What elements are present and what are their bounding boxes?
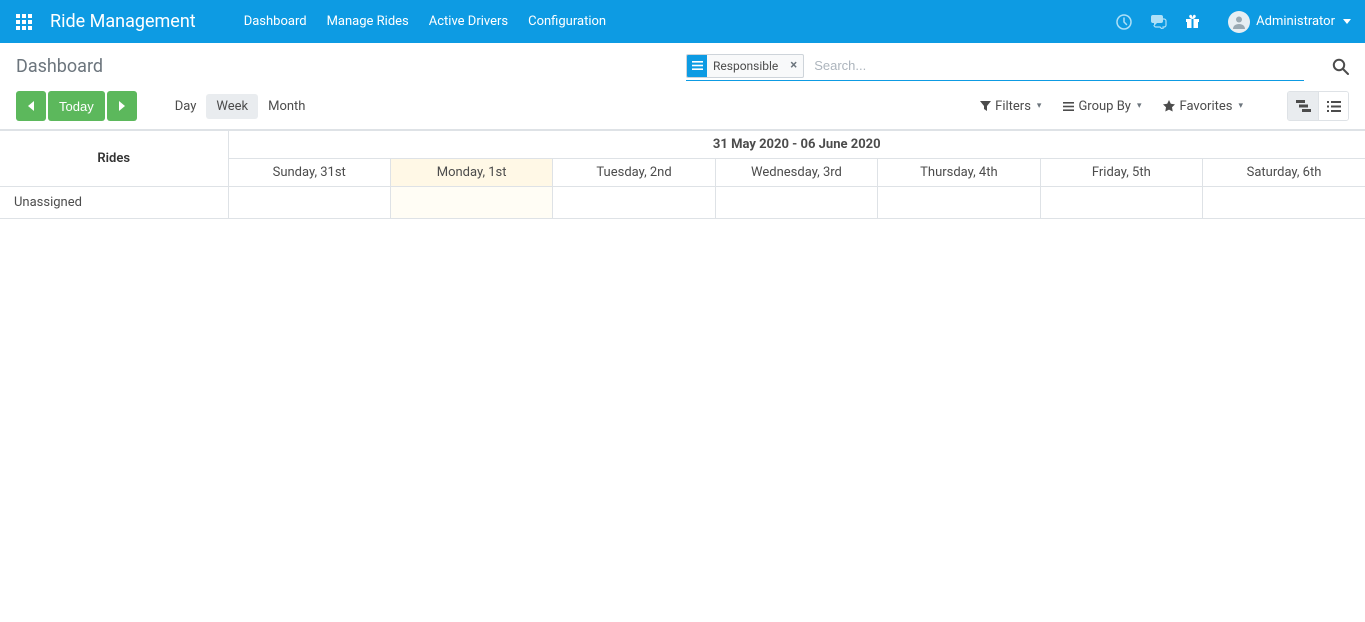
- gantt-day-header: Thursday, 4th: [878, 159, 1040, 187]
- gift-icon[interactable]: [1185, 14, 1200, 29]
- gantt-side-header: Rides: [0, 131, 228, 187]
- user-menu[interactable]: Administrator: [1228, 11, 1351, 33]
- groupby-label: Group By: [1078, 99, 1131, 114]
- gantt-row-label: Unassigned: [0, 187, 228, 219]
- scale-group: Day Week Month: [165, 94, 316, 119]
- search-icon[interactable]: [1332, 58, 1349, 75]
- caret-down-icon: [1343, 19, 1351, 24]
- search-facet-responsible: Responsible ×: [686, 54, 804, 78]
- app-title[interactable]: Ride Management: [50, 11, 196, 32]
- gantt-cell[interactable]: [715, 187, 877, 219]
- today-button[interactable]: Today: [48, 91, 105, 121]
- gantt-row: Unassigned: [0, 187, 1365, 219]
- gantt-date-range: 31 May 2020 - 06 June 2020: [228, 131, 1365, 159]
- gantt-cell[interactable]: [1040, 187, 1202, 219]
- menu-item-manage-rides[interactable]: Manage Rides: [327, 14, 409, 29]
- gantt-day-header: Tuesday, 2nd: [553, 159, 715, 187]
- caret-down-icon: ▾: [1037, 101, 1042, 111]
- favorites-label: Favorites: [1179, 99, 1232, 114]
- view-gantt-button[interactable]: [1288, 92, 1318, 120]
- avatar: [1228, 11, 1250, 33]
- groupby-menu[interactable]: Group By ▾: [1063, 99, 1141, 114]
- scale-month[interactable]: Month: [258, 94, 315, 119]
- search-input[interactable]: [810, 56, 1300, 75]
- breadcrumb: Dashboard: [16, 56, 666, 77]
- apps-menu-icon[interactable]: [10, 8, 38, 36]
- systray: Administrator: [1116, 11, 1351, 33]
- gantt-view: Rides 31 May 2020 - 06 June 2020 Sunday,…: [0, 130, 1365, 219]
- facet-remove-button[interactable]: ×: [784, 58, 803, 73]
- gantt-day-header: Sunday, 31st: [228, 159, 390, 187]
- search-bar: Responsible ×: [686, 51, 1304, 81]
- gantt-day-header: Friday, 5th: [1040, 159, 1202, 187]
- navbar: Ride Management Dashboard Manage Rides A…: [0, 0, 1365, 43]
- view-switcher: [1287, 91, 1349, 121]
- search-options: Filters ▾ Group By ▾ Favorites ▾: [980, 91, 1349, 121]
- date-nav-group: Today: [16, 91, 137, 121]
- scale-day[interactable]: Day: [165, 94, 207, 119]
- filters-label: Filters: [995, 99, 1031, 114]
- activities-icon[interactable]: [1116, 14, 1132, 30]
- next-button[interactable]: [107, 91, 137, 121]
- filters-menu[interactable]: Filters ▾: [980, 99, 1041, 114]
- gantt-cell[interactable]: [1203, 187, 1365, 219]
- scale-week[interactable]: Week: [206, 94, 258, 119]
- gantt-cell[interactable]: [878, 187, 1040, 219]
- groupby-facet-icon: [687, 55, 707, 77]
- menu-item-configuration[interactable]: Configuration: [528, 14, 606, 29]
- facet-label: Responsible: [707, 59, 784, 73]
- gantt-cell[interactable]: [553, 187, 715, 219]
- menu-item-active-drivers[interactable]: Active Drivers: [429, 14, 508, 29]
- user-name: Administrator: [1256, 14, 1335, 29]
- messages-icon[interactable]: [1150, 14, 1167, 29]
- prev-button[interactable]: [16, 91, 46, 121]
- gantt-cell[interactable]: [228, 187, 390, 219]
- menu-item-dashboard[interactable]: Dashboard: [244, 14, 307, 29]
- gantt-day-header: Wednesday, 3rd: [715, 159, 877, 187]
- control-panel: Dashboard Responsible × Today: [0, 43, 1365, 130]
- caret-down-icon: ▾: [1137, 101, 1142, 111]
- gantt-day-header: Saturday, 6th: [1203, 159, 1365, 187]
- caret-down-icon: ▾: [1238, 101, 1243, 111]
- gantt-day-header: Monday, 1st: [390, 159, 552, 187]
- view-list-button[interactable]: [1318, 92, 1348, 120]
- favorites-menu[interactable]: Favorites ▾: [1163, 99, 1243, 114]
- gantt-cell[interactable]: [390, 187, 552, 219]
- top-menu: Dashboard Manage Rides Active Drivers Co…: [244, 14, 606, 29]
